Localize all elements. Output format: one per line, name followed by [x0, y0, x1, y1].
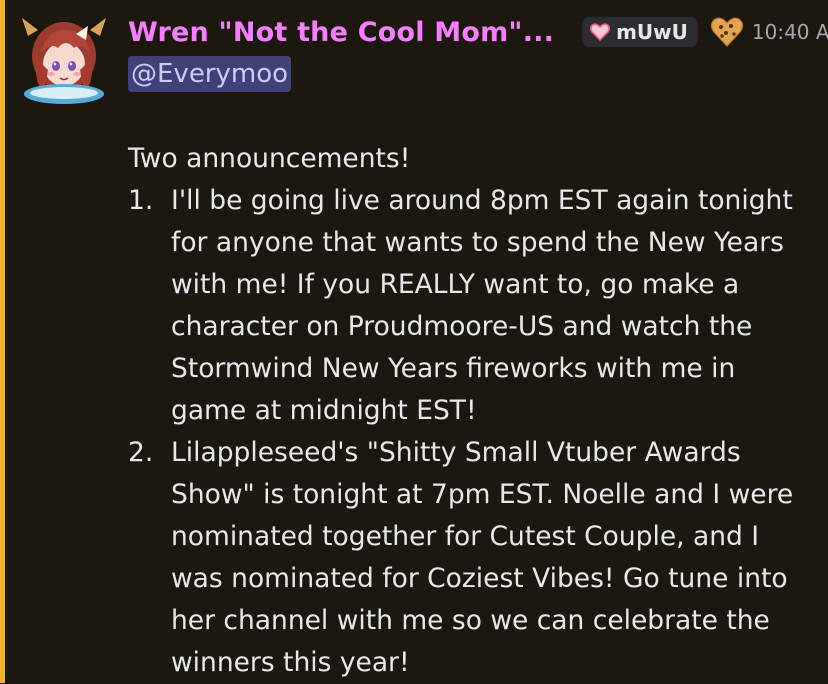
list-item-text: Lilappleseed's "Shitty Small Vtuber Awar… — [171, 437, 794, 678]
guild-tag-badge[interactable]: mUwU — [582, 17, 698, 47]
announcement-list: 1. I'll be going live around 8pm EST aga… — [128, 180, 818, 684]
message-content: Two announcements! 1. I'll be going live… — [128, 138, 818, 684]
list-item: 1. I'll be going live around 8pm EST aga… — [128, 180, 818, 432]
anime-girl-avatar-icon — [22, 18, 106, 104]
list-item-number: 2. — [128, 437, 154, 468]
list-item: 2. Lilappleseed's "Shitty Small Vtuber A… — [128, 432, 818, 684]
message-timestamp[interactable]: 10:40 AM — [752, 20, 828, 44]
user-avatar[interactable] — [18, 14, 110, 106]
heart-icon — [590, 22, 611, 41]
message-header: Wren "Not the Cool Mom"... mUwU 10:40 AM — [128, 12, 828, 52]
list-item-number: 1. — [128, 185, 154, 216]
user-mention[interactable]: @Everymoo — [128, 56, 292, 92]
heart-cookie-icon[interactable] — [710, 15, 744, 49]
chat-message: Wren "Not the Cool Mom"... mUwU 10:40 AM… — [0, 0, 828, 683]
guild-tag-label: mUwU — [616, 19, 688, 44]
list-item-text: I'll be going live around 8pm EST again … — [171, 185, 793, 426]
author-display-name[interactable]: Wren "Not the Cool Mom"... — [128, 17, 554, 48]
message-intro: Two announcements! — [128, 143, 411, 174]
